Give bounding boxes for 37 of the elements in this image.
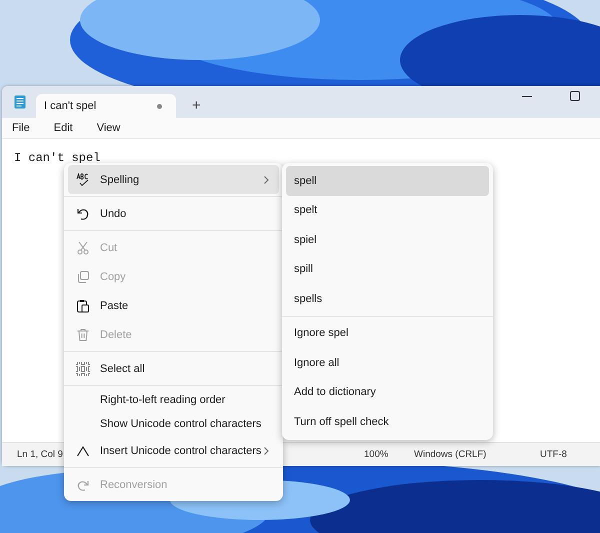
tab-title: I can't spel [44, 100, 96, 112]
editor-text: I can't [14, 151, 66, 165]
menu-item[interactable]: spelt [286, 196, 489, 225]
menu-item[interactable]: Ignore all [286, 348, 489, 378]
scissors-icon [76, 240, 90, 254]
menu-bar-item[interactable]: Edit [54, 122, 73, 134]
maximize-icon[interactable] [570, 91, 580, 101]
status-text: Ln 1, Col 9 [17, 449, 63, 460]
undo-icon [76, 206, 90, 220]
menu-item[interactable]: spells [286, 284, 489, 314]
menu-item[interactable]: spiel [286, 225, 489, 254]
menu-item[interactable]: Ignore spel [286, 318, 489, 348]
caret-up-icon [76, 444, 90, 458]
document-tab[interactable]: I can't spel [36, 94, 176, 118]
menu-item[interactable]: Select all [68, 354, 279, 383]
trash-icon [76, 328, 90, 342]
menu-item[interactable]: Undo [68, 199, 279, 228]
copy-icon [76, 270, 90, 284]
menu-item[interactable]: Add to dictionary [286, 378, 489, 407]
status-text: UTF-8 [540, 449, 567, 460]
status-text: 100% [364, 449, 388, 460]
menu-item[interactable]: Show Unicode control characters [68, 412, 279, 436]
menu-bar-item[interactable]: File [12, 122, 30, 134]
paste-icon [76, 298, 90, 312]
menu-item[interactable]: spill [286, 254, 489, 284]
menu-item[interactable]: Spelling [68, 165, 279, 194]
menu-item[interactable]: Right-to-left reading order [68, 388, 279, 412]
new-tab-button[interactable]: + [188, 97, 205, 114]
menu-item[interactable]: Insert Unicode control characters [68, 436, 279, 465]
status-text: Windows (CRLF) [414, 449, 486, 460]
menu-bar-item[interactable]: View [96, 122, 120, 134]
menu-item[interactable]: spell [286, 166, 489, 196]
notepad-icon [14, 95, 26, 109]
menu-item[interactable]: Turn off spell check [286, 407, 489, 436]
menu-item[interactable]: Paste [68, 291, 279, 320]
spell-check-icon [76, 172, 90, 186]
select-all-icon [76, 362, 90, 376]
